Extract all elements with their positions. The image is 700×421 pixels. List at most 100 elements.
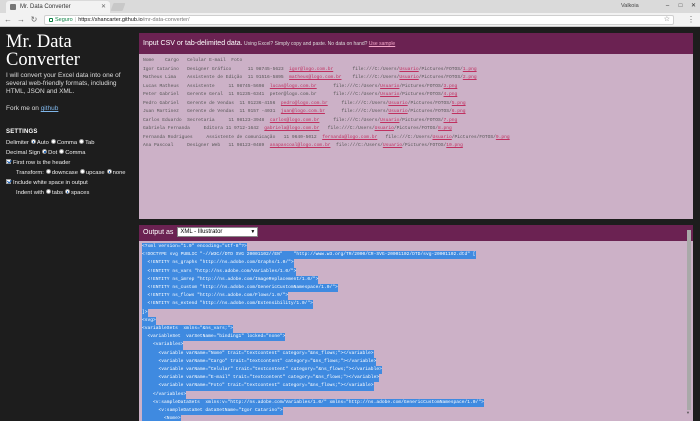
- first-row-header-checkbox[interactable]: [6, 159, 11, 165]
- close-window-button[interactable]: ✕: [687, 0, 700, 12]
- input-text-segment: file:///C:/Users/: [377, 134, 433, 140]
- reload-icon[interactable]: ↻: [29, 14, 39, 25]
- output-line: <svg>: [142, 316, 690, 326]
- output-header: Output as XML - Illustrator ▼: [139, 225, 693, 241]
- new-tab-button[interactable]: [110, 3, 126, 11]
- use-sample-link[interactable]: Use sample: [369, 41, 395, 47]
- decimal-dot-radio[interactable]: [42, 149, 48, 155]
- output-line-text: <svg>: [142, 316, 156, 326]
- url-host: https://shancarter.github.io: [78, 17, 143, 23]
- output-line: <v:sampleDataSet dataSetName="Igor Catar…: [142, 407, 690, 416]
- input-line: Fernanda Rodrigues Assistente de comunic…: [143, 134, 689, 143]
- output-line-text: <!ENTITY ns_flows "http://ns.adobe.com/F…: [142, 292, 289, 301]
- indent-with-setting: Indent with tabs spaces: [16, 189, 89, 197]
- input-link-segment: Usuario: [388, 109, 408, 114]
- profile-name[interactable]: Valkoia: [621, 1, 639, 11]
- output-textarea[interactable]: <?xml version="1.0" encoding="utf-8"?> <!…: [139, 241, 693, 421]
- output-line: <!ENTITY ns_imrep "http://ns.adobe.com/I…: [142, 275, 690, 285]
- input-text-segment: Fernanda Rodrigues Assistente de comunic…: [143, 134, 323, 140]
- input-text-segment: Ana Pascoal Designer Web 11 98123-0489: [143, 143, 270, 148]
- input-link-segment: 7.png: [443, 117, 458, 123]
- input-link-segment: 9.png: [495, 134, 510, 140]
- indent-spaces-radio[interactable]: [65, 189, 71, 195]
- decimal-dot-label: Dot: [48, 150, 58, 156]
- scrollbar-thumb[interactable]: [686, 230, 691, 410]
- output-line-text: <!ENTITY ns_custom "http://ns.adobe.com/…: [142, 284, 338, 293]
- output-line: <!ENTITY ns_custom "http://ns.adobe.com/…: [142, 284, 690, 293]
- output-label: Output as: [143, 229, 174, 236]
- decimal-sign-label: Decimal Sign: [6, 150, 41, 156]
- forward-arrow-icon[interactable]: →: [16, 14, 26, 25]
- decimal-comma-label: Comma: [65, 150, 86, 156]
- input-link-segment: anapascoal@logo.com.br: [269, 143, 331, 148]
- delimiter-tab-label: Tab: [85, 140, 95, 146]
- input-text-segment: Carlos Eduardo Secretaria 11 98123-3948: [143, 117, 270, 123]
- output-format-select[interactable]: XML - Illustrator ▼: [177, 227, 259, 238]
- browser-menu-icon[interactable]: ⋮: [687, 15, 695, 25]
- transform-none-radio[interactable]: [106, 169, 112, 175]
- delimiter-comma-label: Comma: [56, 140, 78, 146]
- input-text-segment: /Pictures/FOTOS/: [418, 66, 463, 72]
- window-controls: – □ ✕: [661, 0, 700, 12]
- input-text-segment: Peter Gabriel Gerente Geral 11 91235-634…: [143, 92, 381, 97]
- address-bar[interactable]: Seguro | https://shancarter.github.io/mr-d…: [44, 15, 674, 25]
- output-line-text: <variableSet varSetName="binding1" locke…: [142, 333, 286, 342]
- output-line: <v:sampleDataSets xmlns:v="http://ns.ado…: [142, 398, 690, 408]
- input-text-segment: file:///C:/Users/: [333, 66, 400, 72]
- secure-label: Seguro: [55, 17, 73, 23]
- input-text-segment: /Pictures/FOTOS/: [402, 143, 447, 148]
- input-link-segment: fernanda@logo.com.br: [322, 134, 378, 140]
- output-line: <!DOCTYPE svg PUBLIC "-//W3C//DTD SVG 20…: [142, 251, 690, 260]
- input-text-segment: Gabriela Fernanda Editora 11 9712-1642: [143, 126, 265, 131]
- output-line-text: </variables>: [142, 390, 187, 399]
- output-line-text: <v:sampleDataSet dataSetName="Igor Catar…: [142, 407, 283, 416]
- bookmark-star-icon[interactable]: ☆: [664, 16, 670, 24]
- input-text-segment: file:///C:/Users/: [319, 126, 375, 131]
- back-arrow-icon[interactable]: ←: [3, 14, 13, 25]
- input-line: Peter Gabriel Gerente Geral 11 91235-634…: [143, 91, 689, 100]
- input-link-segment: 10.png: [446, 143, 463, 148]
- scroll-down-arrow-icon[interactable]: ▼: [686, 410, 690, 415]
- output-line: <variable varName="E-mail" trait="textco…: [142, 374, 690, 383]
- output-line: ]>: [142, 308, 690, 317]
- decimal-comma-radio[interactable]: [59, 149, 65, 155]
- input-text-segment: /Pictures/FOTOS/: [399, 83, 444, 89]
- delimiter-auto-radio[interactable]: [30, 139, 36, 145]
- transform-label: Transform: [16, 170, 43, 176]
- app-title: Mr. Data Converter: [6, 32, 80, 70]
- output-line-text: ]>: [142, 308, 148, 317]
- input-link-segment: gabriela@logo.com.br: [264, 126, 320, 131]
- browser-tab[interactable]: Mr. Data Converter ✕: [6, 1, 110, 13]
- input-link-segment: Usuario: [399, 75, 419, 80]
- indent-with-label: Indent with: [16, 190, 45, 196]
- input-link-segment: 2.png: [462, 75, 477, 80]
- output-line-text: <variable varName="Celular" trait="textc…: [142, 366, 382, 375]
- delimiter-tab-radio[interactable]: [79, 139, 85, 145]
- chevron-down-icon: ▼: [250, 229, 256, 236]
- input-text-segment: file:///C:/Users/: [330, 143, 383, 148]
- tab-close-icon[interactable]: ✕: [101, 1, 106, 13]
- output-line: <variable varName="Cargo" trait="textcon…: [142, 357, 690, 367]
- settings-title: SETTINGS: [6, 129, 38, 135]
- minimize-button[interactable]: –: [661, 0, 674, 12]
- input-link-segment: lucas@logo.com.br: [269, 83, 317, 89]
- output-line: <variableSet varSetName="binding1" locke…: [142, 333, 690, 342]
- include-whitespace-checkbox[interactable]: [6, 179, 11, 185]
- input-textarea[interactable]: Nome Cargo Celular E-mail Foto Igor Catar…: [139, 54, 693, 154]
- transform-downcase-radio[interactable]: [45, 169, 51, 175]
- input-panel: Input CSV or tab-delimited data. Using E…: [139, 33, 693, 219]
- browser-titlebar: Mr. Data Converter ✕ Valkoia – □ ✕: [0, 0, 700, 13]
- output-scrollbar[interactable]: ▼: [686, 228, 691, 415]
- output-line-text: <variable varName="Foto" trait="textcont…: [142, 382, 374, 391]
- github-link[interactable]: github: [41, 105, 59, 112]
- indent-tabs-radio[interactable]: [46, 189, 52, 195]
- input-text-segment: file:///C:/Users/: [327, 100, 389, 106]
- transform-upcase-radio[interactable]: [79, 169, 85, 175]
- output-line-text: <!ENTITY ns_extend "http://ns.adobe.com/…: [142, 300, 313, 309]
- maximize-button[interactable]: □: [674, 0, 687, 12]
- input-link-segment: 6.png: [451, 109, 466, 114]
- delimiter-label: Delimiter: [6, 140, 29, 146]
- delimiter-comma-radio[interactable]: [50, 139, 56, 145]
- output-line-text: <!DOCTYPE svg PUBLIC "-//W3C//DTD SVG 20…: [142, 251, 476, 260]
- output-line: </variables>: [142, 390, 690, 399]
